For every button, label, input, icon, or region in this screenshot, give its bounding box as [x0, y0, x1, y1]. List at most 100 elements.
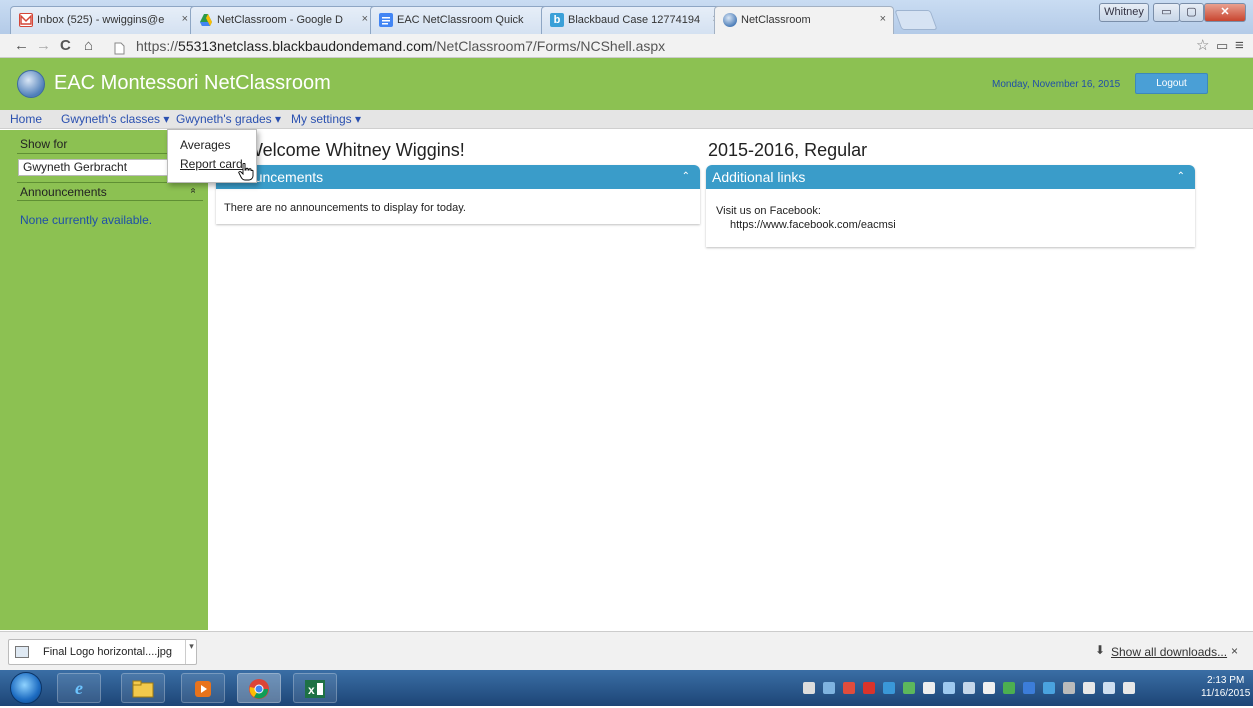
menu-icon[interactable]: ≡	[1235, 36, 1244, 56]
divider	[17, 200, 203, 201]
network-icon[interactable]	[1103, 682, 1115, 694]
student-select[interactable]: Gwyneth Gerbracht	[18, 159, 170, 176]
bookmark-star-icon[interactable]: ☆	[1196, 36, 1209, 56]
tray-icon[interactable]	[883, 682, 895, 694]
panel-title: Additional links	[712, 169, 806, 185]
file-explorer-icon[interactable]	[121, 673, 165, 703]
tray-icon[interactable]	[983, 682, 995, 694]
url-path: /NetClassroom7/Forms/NCShell.aspx	[432, 38, 666, 54]
clock-time: 2:13 PM	[1207, 675, 1245, 686]
nav-grades[interactable]: Gwyneth's grades ▾	[176, 112, 281, 126]
collapse-icon[interactable]: ⌃	[682, 165, 690, 189]
blackbaud-icon: b	[550, 13, 564, 27]
url-scheme: https://	[136, 38, 179, 54]
hand-cursor-icon	[238, 162, 254, 181]
tray-icon[interactable]	[943, 682, 955, 694]
app-header: EAC Montessori NetClassroom Monday, Nove…	[0, 58, 1253, 110]
back-arrow-icon[interactable]: ←	[14, 36, 29, 56]
maximize-icon[interactable]: ▢	[1179, 3, 1204, 22]
close-icon[interactable]: ×	[880, 13, 886, 25]
chevron-down-icon[interactable]: ▾	[185, 640, 197, 664]
term-heading: 2015-2016, Regular	[708, 140, 868, 160]
tray-icon[interactable]	[803, 682, 815, 694]
tray-icon[interactable]	[1063, 682, 1075, 694]
facebook-link[interactable]: https://www.facebook.com/eacmsi	[730, 219, 896, 231]
menu-item-report-card[interactable]: Report card	[180, 157, 243, 171]
tab-google-drive[interactable]: NetClassroom - Google D ×	[190, 6, 376, 34]
collapse-icon[interactable]: ⌃	[1177, 165, 1185, 189]
tab-label: EAC NetClassroom Quick	[397, 14, 524, 26]
nav-classes[interactable]: Gwyneth's classes ▾	[61, 112, 169, 126]
url-host: 55313netclass.blackbaudondemand.com	[178, 38, 433, 54]
welcome-heading: Welcome Whitney Wiggins!	[246, 140, 465, 160]
app-title: EAC Montessori NetClassroom	[54, 72, 331, 94]
home-icon[interactable]: ⌂	[84, 36, 93, 56]
tray-icon[interactable]	[903, 682, 915, 694]
bluetooth-icon[interactable]	[1023, 682, 1035, 694]
windows-start-icon[interactable]	[10, 672, 42, 704]
sidebar-announcements-empty: None currently available.	[20, 213, 153, 227]
download-arrow-icon: ⬇	[1095, 643, 1106, 657]
header-date: Monday, November 16, 2015	[992, 79, 1121, 90]
tab-label: Blackbaud Case 12774194	[568, 14, 701, 26]
tab-google-doc[interactable]: EAC NetClassroom Quick ×	[370, 6, 556, 34]
browser-toolbar: ← → C ⌂ https://55313netclass.blackbaudo…	[0, 34, 1253, 58]
chrome-icon[interactable]	[237, 673, 281, 703]
internet-explorer-icon[interactable]: e	[57, 673, 101, 703]
window-close-icon[interactable]: ✕	[1204, 3, 1246, 22]
nav-my-settings[interactable]: My settings ▾	[291, 112, 361, 126]
excel-icon[interactable]: x	[293, 673, 337, 703]
google-docs-icon	[379, 13, 393, 27]
download-filename: Final Logo horizontal....jpg	[43, 646, 173, 658]
show-all-downloads-link[interactable]: Show all downloads...	[1111, 645, 1227, 659]
tray-icon[interactable]	[823, 682, 835, 694]
tab-gmail[interactable]: Inbox (525) - wwiggins@e ×	[10, 6, 196, 34]
browser-tab-strip: Inbox (525) - wwiggins@e × NetClassroom …	[0, 0, 1253, 35]
download-item[interactable]: Final Logo horizontal....jpg ▾	[8, 639, 197, 665]
panel-header: Announcements ⌃	[216, 165, 700, 189]
reload-icon[interactable]: C	[60, 36, 71, 56]
volume-icon[interactable]	[1123, 682, 1135, 694]
sidebar-announcements-header: Announcements	[20, 185, 107, 199]
profile-button[interactable]: Whitney	[1099, 3, 1149, 22]
address-bar[interactable]: https://55313netclass.blackbaudondemand.…	[114, 36, 1228, 57]
flag-icon[interactable]	[923, 682, 935, 694]
cast-icon[interactable]: ▭	[1216, 36, 1228, 56]
svg-text:x: x	[308, 683, 315, 697]
tray-icon[interactable]	[1003, 682, 1015, 694]
collapse-icon[interactable]: »	[187, 188, 198, 194]
menu-item-averages[interactable]: Averages	[180, 138, 230, 152]
tab-label: NetClassroom	[741, 14, 811, 26]
school-logo-icon	[17, 70, 45, 98]
tray-icon[interactable]	[863, 682, 875, 694]
logout-button[interactable]: Logout	[1135, 73, 1208, 94]
tray-icon[interactable]	[1083, 682, 1095, 694]
main-nav: Home Gwyneth's classes ▾ Gwyneth's grade…	[0, 110, 1253, 129]
minimize-icon[interactable]: ▭	[1153, 3, 1180, 22]
announcements-panel-body: There are no announcements to display fo…	[224, 202, 466, 214]
media-player-icon[interactable]	[181, 673, 225, 703]
panel-header: Additional links ⌃	[706, 165, 1195, 189]
close-icon[interactable]: ×	[182, 13, 188, 25]
tray-icon[interactable]	[843, 682, 855, 694]
windows-taskbar: e x 2:13 PM 11/16/2015	[0, 670, 1253, 706]
announcements-panel: Announcements ⌃ There are no announcemen…	[216, 165, 700, 224]
tab-blackbaud-case[interactable]: b Blackbaud Case 12774194 ×	[541, 6, 727, 34]
google-drive-icon	[199, 13, 213, 27]
tab-label: NetClassroom - Google D	[217, 14, 343, 26]
tab-netclassroom[interactable]: NetClassroom ×	[714, 6, 894, 35]
clock-date: 11/16/2015	[1201, 688, 1251, 699]
close-icon[interactable]: ×	[1231, 644, 1238, 658]
show-for-label: Show for	[20, 137, 68, 151]
new-tab-button[interactable]	[894, 10, 938, 30]
taskbar-clock[interactable]: 2:13 PM 11/16/2015	[1201, 674, 1250, 700]
nav-home[interactable]: Home	[10, 112, 42, 126]
tray-icon[interactable]	[1043, 682, 1055, 694]
tab-label: Inbox (525) - wwiggins@e	[37, 14, 165, 26]
tray-icon[interactable]	[963, 682, 975, 694]
links-intro: Visit us on Facebook:	[716, 205, 821, 217]
netclassroom-icon	[723, 13, 737, 27]
close-icon[interactable]: ×	[362, 13, 368, 25]
sidebar: Show for Gwyneth Gerbracht Announcements…	[0, 130, 208, 630]
forward-arrow-icon[interactable]: →	[36, 36, 51, 56]
